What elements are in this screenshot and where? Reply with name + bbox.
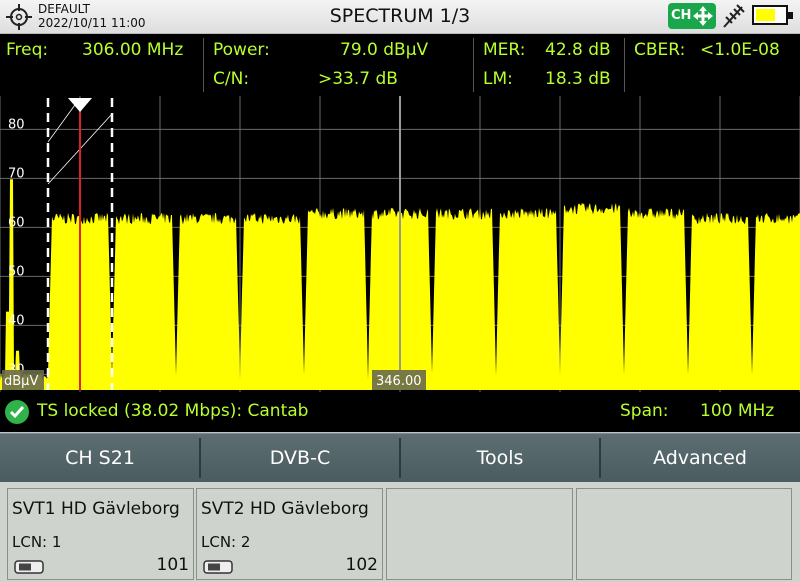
y-axis-unit: dBµV — [4, 374, 38, 389]
freq-value: 306.00 MHz — [82, 40, 184, 60]
softkey-bar: CH S21 DVB-C Tools Advanced — [0, 432, 800, 482]
service-number: 102 — [345, 555, 378, 575]
mer-value: 42.8 dB — [545, 40, 611, 60]
profile-name: DEFAULT — [38, 2, 90, 16]
cn-value: >33.7 dB — [318, 69, 398, 89]
service-tile-empty[interactable] — [386, 488, 573, 580]
service-tile[interactable]: SVT2 HD Gävleborg LCN: 2 102 — [196, 488, 383, 580]
lock-status-text: TS locked (38.02 Mbps): Cantab — [37, 401, 309, 421]
service-tile[interactable]: SVT1 HD Gävleborg LCN: 1 101 — [7, 488, 194, 580]
softkey-channel[interactable]: CH S21 — [0, 434, 200, 482]
span-label: Span: — [620, 401, 669, 421]
mer-label: MER: — [483, 40, 526, 60]
cber-value: <1.0E-08 — [700, 40, 780, 60]
service-name: SVT2 HD Gävleborg — [201, 499, 369, 519]
service-tile-empty[interactable] — [576, 488, 792, 580]
date-time: 2022/10/11 11:00 — [38, 16, 146, 30]
crosshair-icon[interactable] — [6, 4, 32, 30]
title-bar: DEFAULT 2022/10/11 11:00 SPECTRUM 1/3 CH — [0, 0, 800, 34]
lock-check-icon — [5, 400, 29, 424]
service-list: SVT1 HD Gävleborg LCN: 1 101 SVT2 HD Gäv… — [0, 482, 800, 582]
freq-label: Freq: — [6, 40, 49, 60]
battery-icon — [752, 5, 793, 25]
y-tick-label: 60 — [8, 215, 25, 230]
lm-value: 18.3 dB — [545, 69, 611, 89]
power-value: 79.0 dBµV — [340, 40, 429, 60]
cn-label: C/N: — [213, 69, 250, 89]
channel-mode-label: CH — [671, 8, 692, 23]
softkey-tools[interactable]: Tools — [400, 434, 600, 482]
status-bar: TS locked (38.02 Mbps): Cantab Span: 100… — [0, 392, 800, 432]
measurement-panel: Freq: 306.00 MHz Power: 79.0 dBµV C/N: >… — [0, 34, 800, 96]
y-tick-label: 80 — [8, 117, 25, 132]
power-label: Power: — [213, 40, 270, 60]
tv-icon — [203, 560, 233, 574]
lm-label: LM: — [483, 69, 513, 89]
span-value: 100 MHz — [700, 401, 775, 421]
y-tick-label: 50 — [8, 264, 25, 279]
service-lcn: LCN: 2 — [201, 533, 251, 551]
tv-icon — [14, 560, 44, 574]
softkey-standard[interactable]: DVB-C — [200, 434, 400, 482]
softkey-advanced[interactable]: Advanced — [600, 434, 800, 482]
service-number: 101 — [156, 555, 189, 575]
y-tick-label: 70 — [8, 166, 25, 181]
cber-label: CBER: — [634, 40, 686, 60]
move-arrows-icon — [693, 6, 713, 26]
service-name: SVT1 HD Gävleborg — [12, 499, 180, 519]
spectrum-plot[interactable]: 807060504030 dBµV 346.00 — [0, 96, 800, 392]
channel-mode-button[interactable]: CH — [668, 3, 716, 29]
center-frequency-label: 346.00 — [376, 374, 422, 389]
service-lcn: LCN: 1 — [12, 533, 62, 551]
y-tick-label: 40 — [8, 313, 25, 328]
antenna-icon — [723, 4, 745, 28]
